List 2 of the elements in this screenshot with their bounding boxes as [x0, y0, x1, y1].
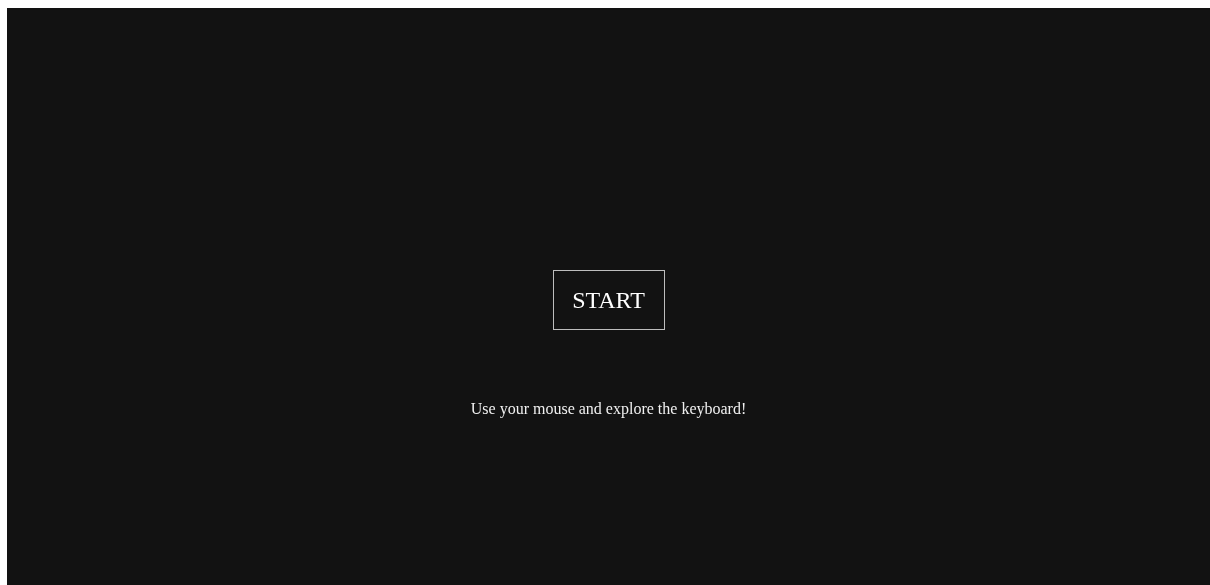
start-button[interactable]: START: [552, 270, 665, 330]
instruction-text: Use your mouse and explore the keyboard!: [470, 400, 747, 418]
